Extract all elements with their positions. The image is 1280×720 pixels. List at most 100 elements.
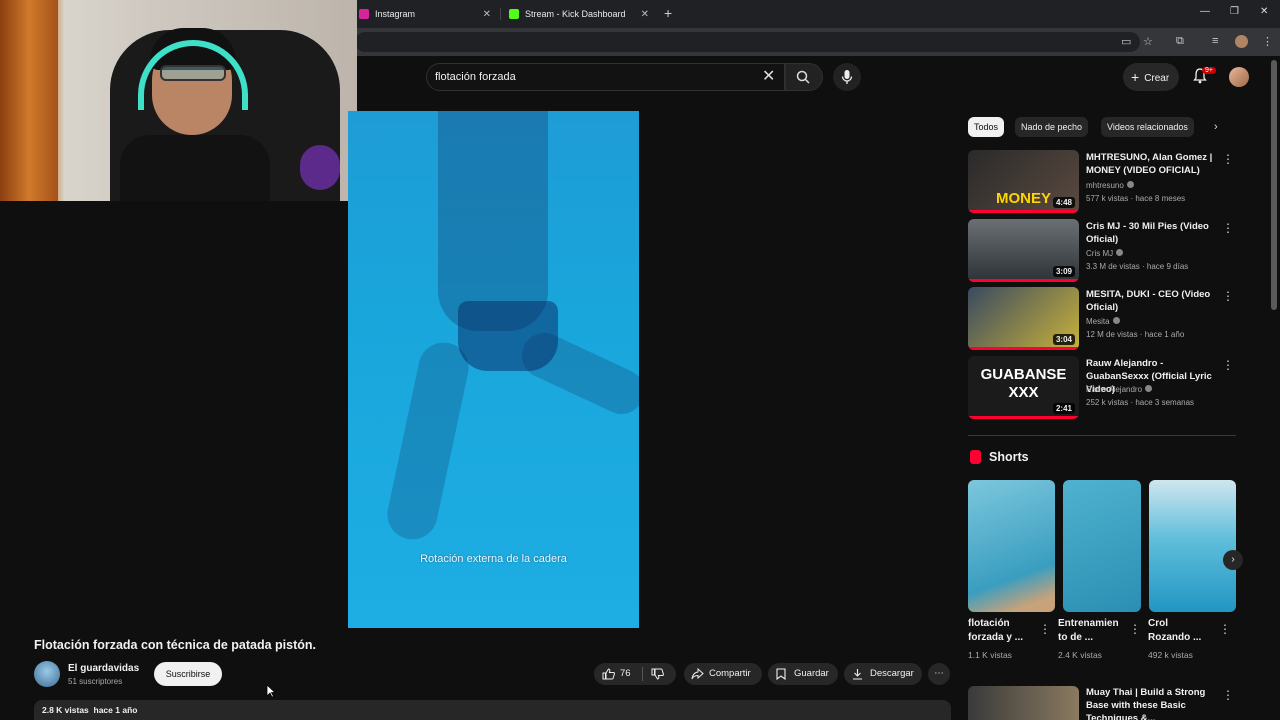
recommendation-channel[interactable]: Rauw Alejandro [1086, 385, 1153, 394]
download-button[interactable]: Descargar [844, 663, 922, 685]
chevron-right-icon[interactable]: › [1214, 121, 1218, 133]
recommendation-title[interactable]: MESITA, DUKI - CEO (Video Oficial) [1086, 288, 1222, 314]
video-title: Flotación forzada con técnica de patada … [34, 638, 316, 652]
chip-nado-de-pecho[interactable]: Nado de pecho [1015, 117, 1089, 137]
media-icon[interactable]: ≡ [1212, 35, 1218, 47]
curtain [0, 0, 58, 201]
streamer-body [120, 135, 270, 201]
more-options-icon[interactable]: ⋮ [1222, 221, 1234, 235]
close-icon[interactable]: ✕ [483, 9, 491, 20]
like-divider [642, 667, 643, 681]
video-thumbnail[interactable] [968, 686, 1079, 720]
share-icon [691, 668, 704, 680]
thumbs-up-icon [602, 668, 615, 680]
new-tab-button[interactable]: + [664, 5, 672, 21]
more-options-icon[interactable]: ⋮ [1222, 358, 1234, 372]
recommendation-channel[interactable]: Cris MJ [1086, 249, 1124, 258]
video-thumbnail[interactable]: 3:04 [968, 287, 1079, 350]
subscribe-button[interactable]: Suscribirse [154, 662, 222, 686]
recommendation-item[interactable]: 3:09 Cris MJ - 30 Mil Pies (Video Oficia… [968, 219, 1238, 283]
channel-name[interactable]: El guardavidas [68, 663, 139, 674]
close-window-icon[interactable]: ✕ [1260, 6, 1268, 17]
menu-icon[interactable]: ⋮ [1262, 35, 1273, 48]
short-title[interactable]: Entrenamien to de ... [1058, 617, 1124, 645]
description-box[interactable]: 2.8 K vistas hace 1 año [34, 700, 951, 720]
cast-icon[interactable]: ▭ [1121, 35, 1131, 48]
create-label: Crear [1144, 73, 1170, 84]
chip-todos[interactable]: Todos [968, 117, 1005, 137]
short-title[interactable]: Crol Rozando ... [1148, 617, 1210, 645]
shorts-next-icon[interactable]: › [1223, 550, 1243, 570]
save-label: Guardar [794, 668, 829, 679]
more-options-icon[interactable]: ⋮ [1222, 688, 1234, 702]
webcam-overlay [0, 0, 357, 201]
clear-search-icon[interactable]: ✕ [762, 66, 775, 86]
recommendation-title[interactable]: Cris MJ - 30 Mil Pies (Video Oficial) [1086, 220, 1222, 246]
address-bar[interactable] [355, 32, 1140, 52]
share-label: Compartir [709, 668, 751, 679]
recommendation-title[interactable]: Muay Thai | Build a Strong Base with the… [1086, 686, 1222, 720]
video-thumbnail[interactable]: GUABANSE XXX 2:41 [968, 356, 1079, 419]
shorts-icon [970, 450, 981, 464]
share-button[interactable]: Compartir [684, 663, 762, 685]
user-avatar[interactable] [1229, 67, 1249, 87]
short-thumbnail[interactable] [1063, 480, 1141, 612]
channel-avatar[interactable] [34, 661, 60, 687]
recommendation-item[interactable]: MONEY 4:48 MHTRESUNO, Alan Gomez | MONEY… [968, 150, 1238, 214]
watched-progress-bar [968, 210, 1079, 213]
more-options-icon[interactable]: ⋮ [1129, 622, 1141, 636]
video-player[interactable]: Rotación externa de la cadera [348, 111, 639, 628]
voice-search-button[interactable] [833, 63, 861, 91]
more-options-icon[interactable]: ⋮ [1222, 289, 1234, 303]
swimmer-shorts [458, 301, 558, 371]
search-input[interactable]: flotación forzada [426, 63, 785, 91]
recommendation-meta: 3.3 M de vistas · hace 9 días [1086, 262, 1189, 271]
more-options-icon[interactable]: ⋮ [1219, 622, 1231, 636]
profile-avatar[interactable] [1235, 35, 1248, 48]
bookmark-icon [776, 668, 786, 680]
verified-icon [1145, 385, 1153, 392]
download-label: Descargar [870, 668, 914, 679]
save-button[interactable]: Guardar [768, 663, 838, 685]
tab-label: Instagram [375, 9, 416, 19]
bookmark-star-icon[interactable]: ☆ [1143, 35, 1153, 48]
recommendation-item[interactable]: 3:04 MESITA, DUKI - CEO (Video Oficial) … [968, 287, 1238, 351]
extensions-icon[interactable]: ⧉ [1176, 35, 1184, 48]
recommendation-title[interactable]: MHTRESUNO, Alan Gomez | MONEY (VIDEO OFI… [1086, 151, 1222, 177]
short-thumbnail[interactable] [968, 480, 1055, 612]
upload-age: hace 1 año [93, 705, 138, 715]
close-icon[interactable]: ✕ [641, 9, 649, 20]
video-caption: Rotación externa de la cadera [420, 553, 567, 565]
short-views: 492 k vistas [1148, 650, 1193, 660]
video-thumbnail[interactable]: MONEY 4:48 [968, 150, 1079, 213]
recommendation-channel[interactable]: Mesita [1086, 317, 1120, 326]
recommendation-meta: 577 k vistas · hace 8 meses [1086, 194, 1186, 203]
recommendation-item[interactable]: GUABANSE XXX 2:41 Rauw Alejandro - Guaba… [968, 356, 1238, 420]
recommendation-channel[interactable]: mhtresuno [1086, 181, 1134, 190]
watched-progress-bar [968, 279, 1079, 282]
create-button[interactable]: + Crear [1123, 63, 1179, 91]
short-views: 2.4 K vistas [1058, 650, 1102, 660]
more-options-icon[interactable]: ⋮ [1222, 152, 1234, 166]
more-actions-icon[interactable]: ⋯ [928, 663, 950, 685]
tab-label: Stream - Kick Dashboard [525, 9, 626, 19]
more-options-icon[interactable]: ⋮ [1039, 622, 1051, 636]
short-views: 1.1 K vistas [968, 650, 1012, 660]
short-thumbnail[interactable] [1149, 480, 1236, 612]
chip-videos-relacionados[interactable]: Videos relacionados [1101, 117, 1194, 137]
tab-instagram[interactable]: Instagram ✕ [355, 4, 497, 24]
watched-progress-bar [968, 347, 1079, 350]
tab-kick-dashboard[interactable]: Stream - Kick Dashboard ✕ [505, 4, 655, 24]
restore-icon[interactable]: ❐ [1230, 6, 1239, 17]
scrollbar[interactable] [1271, 60, 1277, 310]
duration-badge: 3:09 [1052, 266, 1075, 277]
video-thumbnail[interactable]: 3:09 [968, 219, 1079, 282]
duration-badge: 4:48 [1052, 197, 1075, 208]
thumbs-down-icon[interactable] [651, 668, 664, 680]
minimize-icon[interactable]: — [1200, 6, 1210, 17]
short-title[interactable]: flotación forzada y ... [968, 617, 1032, 645]
recommendation-item[interactable]: Muay Thai | Build a Strong Base with the… [968, 686, 1238, 720]
mouse-cursor-icon [266, 684, 276, 698]
search-button[interactable] [785, 63, 823, 91]
shorts-heading: Shorts [989, 450, 1029, 464]
